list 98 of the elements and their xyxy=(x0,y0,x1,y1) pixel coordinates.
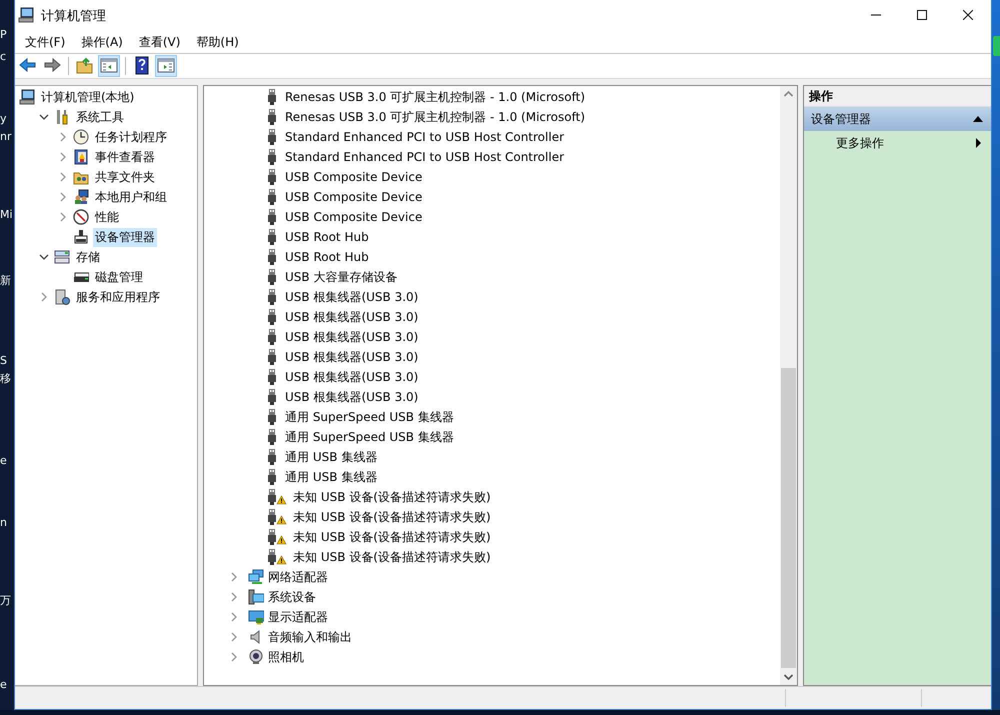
tree-item[interactable]: 系统工具 xyxy=(74,108,126,126)
expand-chevron-icon[interactable] xyxy=(229,612,239,622)
desktop-icon-label[interactable]: e xyxy=(0,678,7,691)
device-item[interactable]: Standard Enhanced PCI to USB Host Controller xyxy=(285,150,564,164)
tree-node-icon xyxy=(19,89,35,105)
device-item[interactable]: 未知 USB 设备(设备描述符请求失败) xyxy=(293,508,491,526)
tree-node-icon xyxy=(73,229,89,245)
close-icon xyxy=(963,10,973,20)
device-item[interactable]: USB Root Hub xyxy=(285,250,369,264)
device-item[interactable]: Renesas USB 3.0 可扩展主机控制器 - 1.0 (Microsoft) xyxy=(285,88,586,106)
expand-chevron-icon[interactable] xyxy=(39,292,49,302)
device-item[interactable]: USB 根集线器(USB 3.0) xyxy=(285,288,418,306)
tree-item[interactable]: 存储 xyxy=(74,248,102,266)
device-category[interactable]: 系统设备 xyxy=(268,588,316,606)
device-item[interactable]: Renesas USB 3.0 可扩展主机控制器 - 1.0 (Microsoft) xyxy=(285,108,586,126)
actions-section-header[interactable]: 设备管理器 xyxy=(804,107,991,131)
actions-section-title: 设备管理器 xyxy=(811,110,871,128)
app-icon xyxy=(18,6,34,22)
tree-item[interactable]: 磁盘管理 xyxy=(93,268,145,286)
device-item[interactable]: USB Composite Device xyxy=(285,170,422,184)
scrollbar-thumb[interactable] xyxy=(781,368,796,668)
expand-chevron-icon[interactable] xyxy=(58,152,68,162)
device-item[interactable]: 未知 USB 设备(设备描述符请求失败) xyxy=(293,488,491,506)
device-item[interactable]: USB 根集线器(USB 3.0) xyxy=(285,308,418,326)
desktop-icon-label[interactable]: 新 xyxy=(0,274,11,287)
desktop-icon-label[interactable]: 万 xyxy=(0,594,11,607)
menu-item[interactable]: 帮助(H) xyxy=(188,34,247,51)
device-item[interactable]: 通用 SuperSpeed USB 集线器 xyxy=(285,428,454,446)
device-item[interactable]: USB Composite Device xyxy=(285,210,422,224)
desktop-icon-label[interactable]: Mi xyxy=(0,208,13,221)
device-item[interactable]: USB 根集线器(USB 3.0) xyxy=(285,388,418,406)
device-item[interactable]: USB 根集线器(USB 3.0) xyxy=(285,348,418,366)
expand-chevron-icon[interactable] xyxy=(229,652,239,662)
device-category-icon xyxy=(248,649,264,665)
tree-node-icon xyxy=(73,209,89,225)
device-item[interactable]: 未知 USB 设备(设备描述符请求失败) xyxy=(293,528,491,546)
tree-item[interactable]: 服务和应用程序 xyxy=(74,288,162,306)
collapse-chevron-icon[interactable] xyxy=(39,252,49,262)
tree-item[interactable]: 计算机管理(本地) xyxy=(39,88,136,106)
desktop-icon-label[interactable]: y xyxy=(0,112,7,125)
device-item[interactable]: USB 根集线器(USB 3.0) xyxy=(285,328,418,346)
minimize-icon xyxy=(871,14,881,16)
expand-chevron-icon[interactable] xyxy=(58,172,68,182)
device-item[interactable]: USB Root Hub xyxy=(285,230,369,244)
collapse-chevron-icon[interactable] xyxy=(39,112,49,122)
desktop-icon-label[interactable]: 移 xyxy=(0,372,11,385)
menu-item[interactable]: 操作(A) xyxy=(73,34,131,51)
tree-item[interactable]: 本地用户和组 xyxy=(93,188,169,206)
expand-chevron-icon[interactable] xyxy=(229,632,239,642)
device-item[interactable]: USB 根集线器(USB 3.0) xyxy=(285,368,418,386)
tree-node-icon xyxy=(73,189,89,205)
device-item[interactable]: 通用 USB 集线器 xyxy=(285,448,378,466)
device-item[interactable]: 通用 USB 集线器 xyxy=(285,468,378,486)
action-pane-toggle-button[interactable] xyxy=(155,55,177,77)
tree-node-icon xyxy=(73,149,89,165)
device-category[interactable]: 照相机 xyxy=(268,648,304,666)
desktop-icon-label[interactable]: n xyxy=(0,516,7,529)
tree-node-icon xyxy=(73,129,89,145)
device-item[interactable]: 通用 SuperSpeed USB 集线器 xyxy=(285,408,454,426)
tree-node-icon xyxy=(54,289,70,305)
menu-item[interactable]: 查看(V) xyxy=(130,34,188,51)
device-category[interactable]: 显示适配器 xyxy=(268,608,328,626)
tree-node-icon xyxy=(54,249,70,265)
tree-item[interactable]: 设备管理器 xyxy=(93,228,157,246)
desktop-icon-label[interactable]: c xyxy=(0,50,6,63)
device-item[interactable]: USB 大容量存储设备 xyxy=(285,268,398,286)
device-item[interactable]: Standard Enhanced PCI to USB Host Controller xyxy=(285,130,564,144)
device-category-icon xyxy=(248,569,264,585)
maximize-icon xyxy=(917,10,927,20)
tree-item[interactable]: 任务计划程序 xyxy=(93,128,169,146)
expand-chevron-icon[interactable] xyxy=(58,132,68,142)
console-tree-toggle-button[interactable] xyxy=(98,55,120,77)
expand-chevron-icon[interactable] xyxy=(229,572,239,582)
menu-item[interactable]: 文件(F) xyxy=(17,34,74,51)
expand-chevron-icon[interactable] xyxy=(229,592,239,602)
device-category[interactable]: 音频输入和输出 xyxy=(268,628,352,646)
desktop-icon-label[interactable]: nr xyxy=(0,130,12,143)
tree-item[interactable]: 性能 xyxy=(93,208,121,226)
tree-item[interactable]: 事件查看器 xyxy=(93,148,157,166)
window-title: 计算机管理 xyxy=(41,8,107,25)
device-category-icon xyxy=(248,589,264,605)
desktop-icon-label[interactable]: P xyxy=(0,28,7,41)
desktop-icon-label[interactable]: e xyxy=(0,454,7,467)
device-category-icon xyxy=(248,609,264,625)
tree-item[interactable]: 共享文件夹 xyxy=(93,168,157,186)
collapse-arrow-icon[interactable] xyxy=(973,116,983,122)
up-folder-icon xyxy=(75,56,95,76)
tree-node-icon xyxy=(54,109,70,125)
desktop-widget-icon xyxy=(993,36,1000,56)
device-item[interactable]: USB Composite Device xyxy=(285,190,422,204)
vertical-scrollbar[interactable] xyxy=(780,86,797,685)
expand-chevron-icon[interactable] xyxy=(58,192,68,202)
device-category[interactable]: 网络适配器 xyxy=(268,568,328,586)
desktop-icon-label[interactable]: S xyxy=(0,354,7,367)
action-item[interactable]: 更多操作 xyxy=(804,131,991,155)
actions-header: 操作 xyxy=(804,86,991,107)
expand-chevron-icon[interactable] xyxy=(58,212,68,222)
device-item[interactable]: 未知 USB 设备(设备描述符请求失败) xyxy=(293,548,491,566)
